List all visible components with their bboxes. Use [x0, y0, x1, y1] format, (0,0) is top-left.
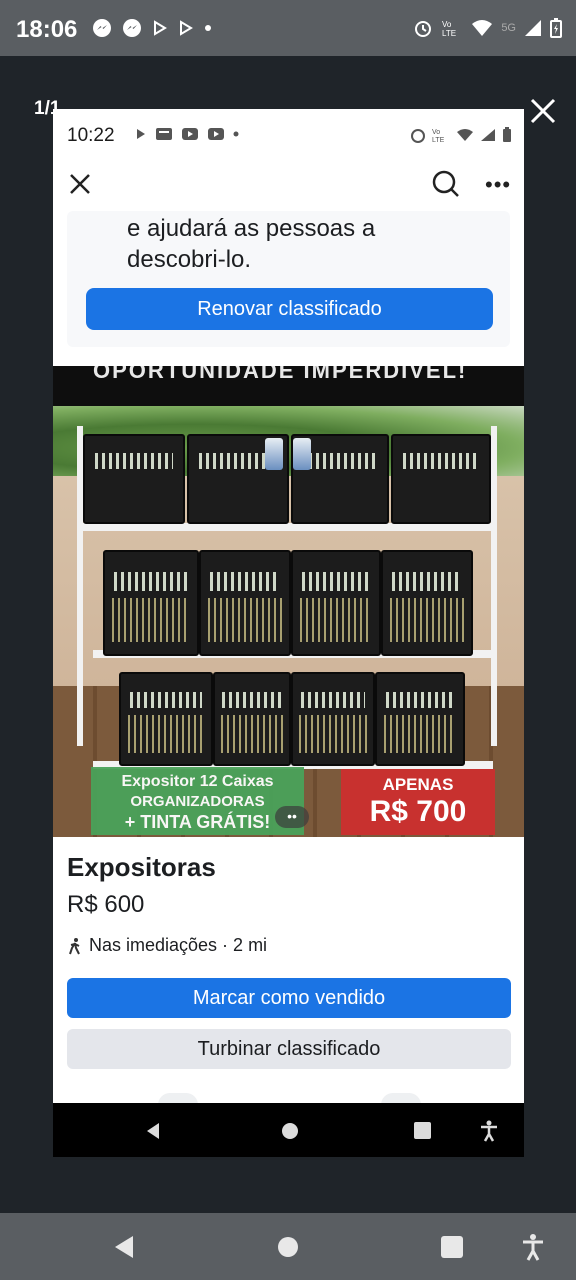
wifi-icon [457, 129, 473, 141]
alarm-icon [415, 21, 432, 37]
wifi-icon [472, 20, 493, 36]
renew-text-line1: e ajudará as pessoas a [127, 215, 376, 242]
promo-green-line3: + TINTA GRÁTIS! [124, 812, 271, 832]
listing-photo[interactable]: OPORTUNIDADE IMPERDÍVEL! Expositor 12 Ca… [53, 366, 524, 837]
svg-text:Vo: Vo [432, 129, 440, 136]
promo-red-label: APENAS R$ 700 [341, 769, 495, 835]
search-icon[interactable] [431, 169, 461, 199]
screenshot-image: 10:22 Vo LTE ••• e ajudará as pessoas a d… [53, 109, 524, 1157]
promo-green-line1: Expositor 12 Caixas [121, 773, 274, 790]
back-icon [147, 1123, 159, 1139]
boost-listing-button[interactable]: Turbinar classificado [67, 1029, 511, 1069]
volte-icon: VoLTE [442, 20, 456, 38]
promo-green-line2: ORGANIZADORAS [130, 793, 265, 810]
photo-dots-indicator[interactable]: •• [275, 806, 309, 828]
play-icon [180, 20, 193, 36]
mark-as-sold-button[interactable]: Marcar como vendido [67, 978, 511, 1018]
news-icon [156, 128, 172, 140]
accessibility-icon[interactable] [521, 1233, 545, 1261]
promo-red-line1: APENAS [382, 775, 454, 794]
accessibility-icon [481, 1120, 497, 1142]
volte-icon: VoLTE [432, 129, 445, 143]
status-time: 18:06 [16, 16, 78, 43]
svg-text:Vo: Vo [442, 20, 452, 29]
renew-text-line2: descobri-lo. [127, 246, 252, 273]
dot-icon [205, 25, 211, 31]
close-viewer-icon[interactable] [526, 94, 560, 128]
inner-status-time: 10:22 [67, 125, 115, 146]
walking-person-icon [69, 937, 80, 954]
play-icon [154, 20, 167, 36]
signal-icon [525, 20, 541, 36]
signal-5g-icon: 5G [501, 22, 516, 34]
listing-title: Expositoras [67, 852, 216, 882]
inner-nav-bar [53, 1103, 524, 1157]
messenger-icon [93, 19, 111, 37]
close-icon[interactable] [67, 171, 93, 197]
system-nav-bar [0, 1213, 576, 1280]
recents-icon [414, 1122, 431, 1139]
back-icon[interactable] [113, 1235, 135, 1259]
photo-banner-text: OPORTUNIDADE IMPERDÍVEL! [93, 366, 468, 383]
listing-location-text: Nas imediações · 2 mi [89, 935, 268, 955]
dot-icon [233, 131, 239, 137]
inner-status-bar: 10:22 Vo LTE [53, 109, 524, 159]
svg-text:LTE: LTE [432, 137, 445, 143]
listing-header: ••• [53, 161, 524, 211]
renew-card: e ajudará as pessoas a descobri-lo. Reno… [67, 211, 510, 347]
alarm-icon [411, 129, 425, 143]
listing-location: Nas imediações · 2 mi [67, 935, 267, 956]
home-icon [282, 1123, 298, 1139]
recents-icon[interactable] [441, 1236, 463, 1258]
promo-red-price: R$ 700 [369, 795, 467, 828]
status-bar: 18:06 Vo LTE 5G [0, 0, 576, 56]
home-icon[interactable] [277, 1236, 299, 1258]
youtube-icon [208, 128, 224, 140]
signal-icon [481, 129, 495, 141]
battery-icon [503, 127, 511, 142]
play-icon [137, 129, 145, 139]
promo-green-label: Expositor 12 Caixas ORGANIZADORAS + TINT… [91, 767, 304, 835]
messenger-icon [123, 19, 141, 37]
listing-price: R$ 600 [67, 891, 145, 918]
youtube-icon [182, 128, 198, 140]
renew-listing-button[interactable]: Renovar classificado [86, 288, 493, 330]
battery-icon [550, 18, 562, 38]
photo-banner: OPORTUNIDADE IMPERDÍVEL! [53, 366, 524, 406]
more-options-icon[interactable]: ••• [485, 174, 511, 196]
svg-text:LTE: LTE [442, 29, 456, 38]
